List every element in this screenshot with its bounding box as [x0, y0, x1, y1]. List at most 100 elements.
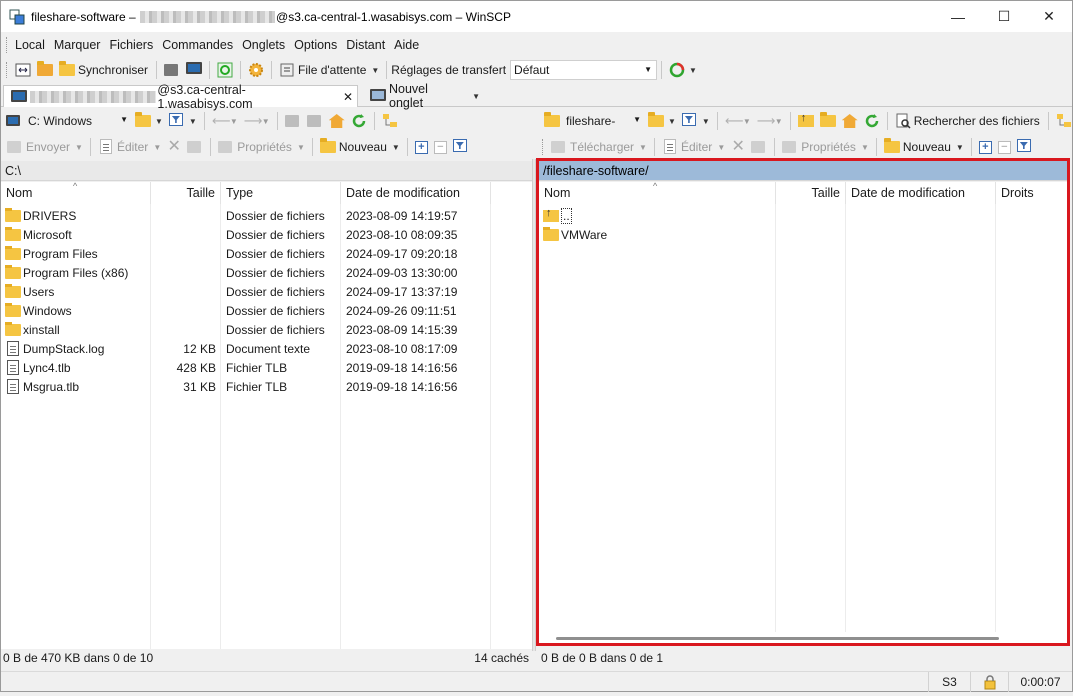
table-row[interactable]: Msgrua.tlb 31 KB Fichier TLB 2019-09-18 14:…: [1, 377, 491, 396]
find-files-button[interactable]: Rechercher des fichiers: [914, 114, 1040, 128]
table-row[interactable]: ..: [539, 206, 776, 225]
rename-icon[interactable]: [187, 139, 203, 155]
col-size-header[interactable]: Taille: [151, 182, 221, 204]
back-dropdown-arrow[interactable]: ▼: [743, 117, 751, 126]
reconnect-dropdown-arrow[interactable]: ▼: [689, 66, 697, 75]
left-edit-button[interactable]: Éditer: [117, 140, 148, 154]
left-new-button[interactable]: Nouveau: [339, 140, 387, 154]
properties-dropdown-arrow[interactable]: ▼: [861, 143, 869, 152]
send-dropdown-arrow[interactable]: ▼: [75, 143, 83, 152]
properties-icon[interactable]: [782, 139, 798, 155]
forward-dropdown-arrow[interactable]: ▼: [262, 117, 270, 126]
refresh-icon[interactable]: [351, 113, 367, 129]
edit-icon[interactable]: [662, 139, 678, 155]
col-type-header[interactable]: Type: [221, 182, 341, 204]
synchronize-icon[interactable]: [59, 61, 75, 78]
tree-view-icon[interactable]: [1056, 113, 1072, 129]
right-location-select[interactable]: fileshare- ▼: [563, 111, 645, 131]
col-date-header[interactable]: Date de modification: [846, 182, 996, 204]
left-file-list[interactable]: Nom ^ Taille Type Date de modification DR…: [1, 181, 532, 649]
right-path-bar[interactable]: /fileshare-software/: [539, 161, 1068, 181]
select-plus-icon[interactable]: +: [414, 140, 428, 154]
unselect-minus-icon[interactable]: −: [997, 140, 1011, 154]
open-dropdown-arrow[interactable]: ▼: [668, 117, 676, 126]
right-properties-button[interactable]: Propriétés: [801, 140, 856, 154]
panel-splitter[interactable]: [532, 159, 536, 651]
forward-arrow-icon[interactable]: ⟶: [244, 113, 263, 129]
menu-marquer[interactable]: Marquer: [49, 38, 105, 52]
table-row[interactable]: DumpStack.log 12 KB Document texte 2023-08-…: [1, 339, 491, 358]
table-row[interactable]: VMWare: [539, 225, 776, 244]
compare-directories-icon[interactable]: [15, 62, 31, 78]
table-row[interactable]: DRIVERS Dossier de fichiers 2023-08-09 14:…: [1, 206, 491, 225]
table-row[interactable]: Lync4.tlb 428 KB Fichier TLB 2019-09-18 14:…: [1, 358, 491, 377]
menu-commandes[interactable]: Commandes: [157, 38, 237, 52]
right-file-list[interactable]: Nom ^ Taille Date de modification Droits …: [539, 181, 1068, 644]
console-icon[interactable]: [164, 62, 180, 78]
unselect-minus-icon[interactable]: −: [433, 140, 447, 154]
tab-close-icon[interactable]: ✕: [343, 90, 353, 104]
properties-dropdown-arrow[interactable]: ▼: [297, 143, 305, 152]
new-folder-icon[interactable]: [883, 138, 900, 155]
forward-arrow-icon[interactable]: ⟶: [757, 113, 776, 129]
edit-dropdown-arrow[interactable]: ▼: [717, 143, 725, 152]
menu-options[interactable]: Options: [289, 38, 341, 52]
open-folder-icon[interactable]: [648, 112, 664, 129]
right-new-button[interactable]: Nouveau: [903, 140, 951, 154]
col-name-header[interactable]: Nom ^: [539, 181, 776, 204]
home-icon[interactable]: [328, 113, 345, 129]
parent-directory-icon[interactable]: [284, 113, 301, 129]
edit-icon[interactable]: [98, 139, 114, 155]
right-edit-button[interactable]: Éditer: [681, 140, 712, 154]
maximize-button[interactable]: ☐: [981, 1, 1027, 32]
back-arrow-icon[interactable]: ⟵: [212, 113, 231, 129]
menu-fichiers[interactable]: Fichiers: [104, 38, 157, 52]
tree-view-icon[interactable]: [382, 113, 398, 129]
properties-icon[interactable]: [218, 139, 234, 155]
parent-directory-icon[interactable]: [797, 112, 814, 129]
table-row[interactable]: Microsoft Dossier de fichiers 2023-08-10 0…: [1, 225, 491, 244]
chevron-down-icon[interactable]: ▼: [472, 92, 480, 101]
minimize-button[interactable]: —: [935, 1, 981, 32]
filter-icon[interactable]: [168, 113, 185, 129]
table-row[interactable]: Windows Dossier de fichiers 2024-09-26 09:…: [1, 301, 491, 320]
delete-icon[interactable]: ✕: [167, 139, 181, 155]
delete-icon[interactable]: ✕: [731, 139, 745, 155]
menu-local[interactable]: Local: [10, 38, 49, 52]
forward-dropdown-arrow[interactable]: ▼: [775, 117, 783, 126]
table-row[interactable]: xinstall Dossier de fichiers 2023-08-09 14…: [1, 320, 491, 339]
table-row[interactable]: Users Dossier de fichiers 2024-09-17 13:37…: [1, 282, 491, 301]
queue-button[interactable]: File d'attente: [298, 63, 366, 77]
queue-icon[interactable]: [279, 62, 295, 78]
select-filter-icon[interactable]: [452, 139, 469, 155]
back-arrow-icon[interactable]: ⟵: [725, 113, 744, 129]
find-files-icon[interactable]: [895, 113, 911, 129]
putty-icon[interactable]: [186, 62, 203, 78]
reconnect-icon[interactable]: [669, 62, 685, 78]
filter-dropdown-arrow[interactable]: ▼: [189, 117, 197, 126]
col-permissions-header[interactable]: Droits: [996, 182, 1066, 204]
download-dropdown-arrow[interactable]: ▼: [639, 143, 647, 152]
new-dropdown-arrow[interactable]: ▼: [392, 143, 400, 152]
download-icon[interactable]: [551, 139, 567, 155]
filter-icon[interactable]: [681, 113, 698, 129]
table-row[interactable]: Program Files (x86) Dossier de fichiers 20…: [1, 263, 491, 282]
refresh-sync-icon[interactable]: [217, 62, 233, 78]
root-directory-icon[interactable]: [306, 113, 323, 129]
left-send-button[interactable]: Envoyer: [26, 140, 70, 154]
open-dropdown-arrow[interactable]: ▼: [155, 117, 163, 126]
col-name-header[interactable]: Nom ^: [1, 181, 151, 204]
left-drive-select[interactable]: C: Windows ▼: [25, 111, 132, 131]
table-row[interactable]: Program Files Dossier de fichiers 2024-09-…: [1, 244, 491, 263]
col-date-header[interactable]: Date de modification: [341, 182, 491, 204]
transfer-settings-select[interactable]: Défaut ▼: [510, 60, 658, 80]
synchronize-browsing-icon[interactable]: [37, 61, 53, 78]
col-size-header[interactable]: Taille: [776, 182, 846, 204]
tab-session[interactable]: @s3.ca-central-1.wasabisys.com ✕: [3, 83, 358, 111]
back-dropdown-arrow[interactable]: ▼: [230, 117, 238, 126]
menu-distant[interactable]: Distant: [341, 38, 389, 52]
filter-dropdown-arrow[interactable]: ▼: [702, 117, 710, 126]
edit-dropdown-arrow[interactable]: ▼: [153, 143, 161, 152]
select-plus-icon[interactable]: +: [978, 140, 992, 154]
menu-aide[interactable]: Aide: [389, 38, 423, 52]
